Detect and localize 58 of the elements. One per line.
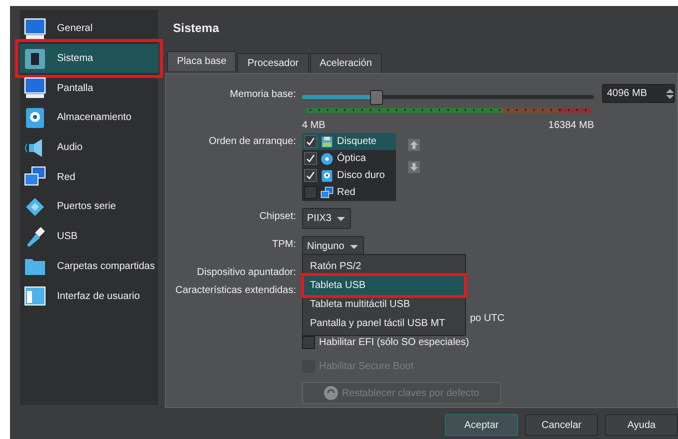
option-label: Habilitar EFI (sólo SO especiales) xyxy=(319,336,470,348)
monitor-icon xyxy=(23,76,47,100)
network-icon xyxy=(320,186,334,200)
dialog-button[interactable]: Aceptar xyxy=(445,414,518,436)
up-arrow-icon xyxy=(410,141,418,149)
spin-arrows-icon xyxy=(666,88,674,100)
move-up-button[interactable] xyxy=(408,139,420,151)
monitor-icon xyxy=(23,16,47,41)
tab[interactable]: Placa base xyxy=(167,51,236,71)
field-label: TPM: xyxy=(271,238,296,252)
tab[interactable]: Aceleración xyxy=(310,53,382,73)
caret-icon xyxy=(350,244,358,248)
down-arrow-icon xyxy=(410,163,418,171)
field-label: Orden de arranque: xyxy=(208,135,296,149)
menu-item[interactable]: Ratón PS/2 xyxy=(304,257,464,276)
menu-item[interactable]: Tableta USB xyxy=(304,276,464,295)
slider-thumb[interactable] xyxy=(370,90,383,105)
checkbox[interactable] xyxy=(304,152,317,165)
menu-item[interactable]: Tableta multitáctil USB xyxy=(304,295,464,314)
sidebar-item[interactable]: General xyxy=(20,14,158,44)
caret-icon xyxy=(337,216,346,220)
sidebar-item[interactable]: Carpetas compartidas xyxy=(20,252,158,282)
optical-icon xyxy=(320,152,334,166)
boot-order-item[interactable]: Disquete xyxy=(302,133,396,150)
move-down-button[interactable] xyxy=(408,161,420,173)
checkbox[interactable] xyxy=(304,135,317,148)
sidebar-item[interactable]: Sistema xyxy=(20,44,158,74)
memory-spinbox[interactable]: 4096 MB xyxy=(602,84,675,103)
checkbox[interactable] xyxy=(304,186,317,199)
dialog-button[interactable]: Ayuda xyxy=(605,414,678,436)
boot-order-item[interactable]: Disco duro xyxy=(302,167,396,184)
sidebar-item[interactable]: Pantalla xyxy=(20,73,158,104)
sidebar-item[interactable]: Almacenamiento xyxy=(20,103,158,133)
field-label: Dispositivo apuntador: xyxy=(196,266,296,280)
sidebar-item[interactable]: USB xyxy=(20,222,158,252)
sidebar-item[interactable]: Puertos serie xyxy=(20,192,158,222)
sidebar-item[interactable]: Red xyxy=(20,162,158,192)
option-label: po UTC xyxy=(470,312,504,324)
slider-track[interactable] xyxy=(302,94,594,98)
dialog-button[interactable]: Cancelar xyxy=(525,414,598,436)
floppy-icon xyxy=(320,134,334,148)
checkbox[interactable] xyxy=(304,169,317,182)
menu-item[interactable]: Pantalla y panel táctil USB MT xyxy=(304,314,464,333)
field-label: Características extendidas: xyxy=(174,284,296,298)
checkbox[interactable] xyxy=(302,336,315,348)
sidebar-item[interactable]: Audio xyxy=(20,132,158,162)
tab[interactable]: Procesador xyxy=(237,53,309,73)
field-label: Chipset: xyxy=(258,210,296,224)
scale-min-label: 4 MB xyxy=(302,120,326,131)
refresh-icon xyxy=(324,386,338,400)
chipset-dropdown[interactable]: PIIX3 xyxy=(302,208,352,229)
field-label: Memoria base: xyxy=(228,88,296,102)
boot-order-item[interactable]: Óptica xyxy=(302,150,396,167)
boot-order-item[interactable]: Red xyxy=(302,184,396,201)
chip-icon xyxy=(23,46,47,71)
scale-max-label: 16384 MB xyxy=(548,120,594,131)
sidebar-item[interactable]: Interfaz de usuario xyxy=(20,281,158,311)
window-icon xyxy=(23,284,47,308)
